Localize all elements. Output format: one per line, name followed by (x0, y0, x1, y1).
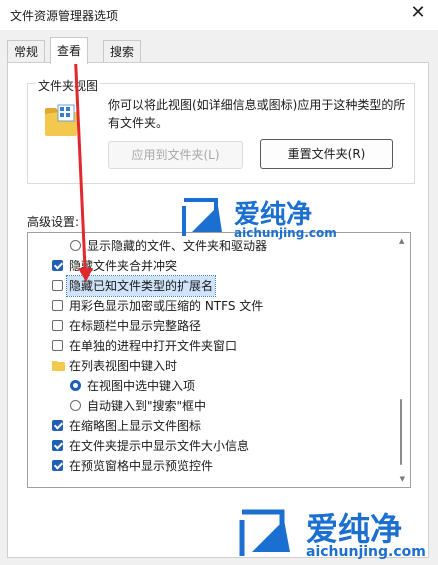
list-item-label: 在文件夹提示中显示文件大小信息 (69, 439, 250, 453)
tab-search[interactable]: 搜索 (103, 40, 142, 63)
tab-general-label: 常规 (14, 45, 39, 59)
checkbox-separate-process[interactable] (52, 340, 63, 351)
scroll-down-icon[interactable]: ▼ (400, 475, 405, 483)
close-icon[interactable]: ✕ (408, 3, 428, 23)
radio-type-into-search[interactable] (70, 400, 81, 411)
scroll-thumb[interactable] (400, 399, 402, 465)
list-scrollbar[interactable]: ▲ ▼ (398, 237, 406, 483)
watermark-logo-icon (182, 198, 222, 236)
list-item-label: 在标题栏中显示完整路径 (69, 319, 202, 333)
advanced-settings-list[interactable]: 显示隐藏的文件、文件夹和驱动器 隐藏文件夹合并冲突 隐藏已知文件类型的扩展名 用… (27, 232, 411, 488)
checkbox-hide-merge-conflicts[interactable] (52, 260, 63, 271)
list-item-label: 隐藏已知文件类型的扩展名 (65, 275, 217, 297)
advanced-settings-label: 高级设置: (27, 215, 80, 229)
radio-show-hidden[interactable] (70, 240, 81, 251)
list-item-label: 用彩色显示加密或压缩的 NTFS 文件 (69, 299, 264, 313)
window-title: 文件资源管理器选项 (10, 9, 119, 23)
title-bar: 文件资源管理器选项 ✕ (0, 0, 438, 30)
list-item-label: 在预览窗格中显示预览控件 (69, 459, 214, 473)
folder-views-description: 你可以将此视图(如详细信息或图标)应用于这种类型的所有文件夹。 (108, 98, 406, 130)
list-item-label: 在列表视图中键入时 (69, 359, 178, 373)
folder-icon (52, 361, 65, 371)
watermark-logo-icon (239, 509, 290, 556)
checkbox-full-path-title[interactable] (52, 320, 63, 331)
watermark-domain: aichunjing.com (234, 226, 337, 240)
tab-view[interactable]: 查看 (50, 37, 89, 64)
apply-to-folders-button[interactable]: 应用到文件夹(L) (108, 141, 243, 169)
checkbox-color-ntfs[interactable] (52, 300, 63, 311)
watermark-domain: aichunjing.com (306, 544, 426, 560)
checkbox-thumbnail-icons[interactable] (52, 420, 63, 431)
tab-general[interactable]: 常规 (7, 40, 46, 63)
radio-select-typed-item[interactable] (70, 380, 81, 391)
list-item-label: 自动键入到"搜索"框中 (87, 399, 207, 413)
folder-view-icon (45, 104, 77, 136)
list-item-label: 隐藏文件夹合并冲突 (69, 259, 178, 273)
list-item-label: 在视图中选中键入项 (87, 379, 196, 393)
tab-search-label: 搜索 (110, 45, 135, 59)
list-item-label: 在单独的进程中打开文件夹窗口 (69, 339, 238, 353)
checkbox-folder-tips-size[interactable] (52, 440, 63, 451)
reset-folders-button[interactable]: 重置文件夹(R) (260, 139, 393, 169)
scroll-up-icon[interactable]: ▲ (399, 237, 405, 245)
checkbox-preview-handlers[interactable] (52, 460, 63, 471)
list-item-label: 在缩略图上显示文件图标 (69, 419, 202, 433)
folder-views-label: 文件夹视图 (36, 77, 101, 94)
tab-view-label: 查看 (57, 44, 82, 58)
checkbox-hide-extensions[interactable] (52, 280, 63, 291)
